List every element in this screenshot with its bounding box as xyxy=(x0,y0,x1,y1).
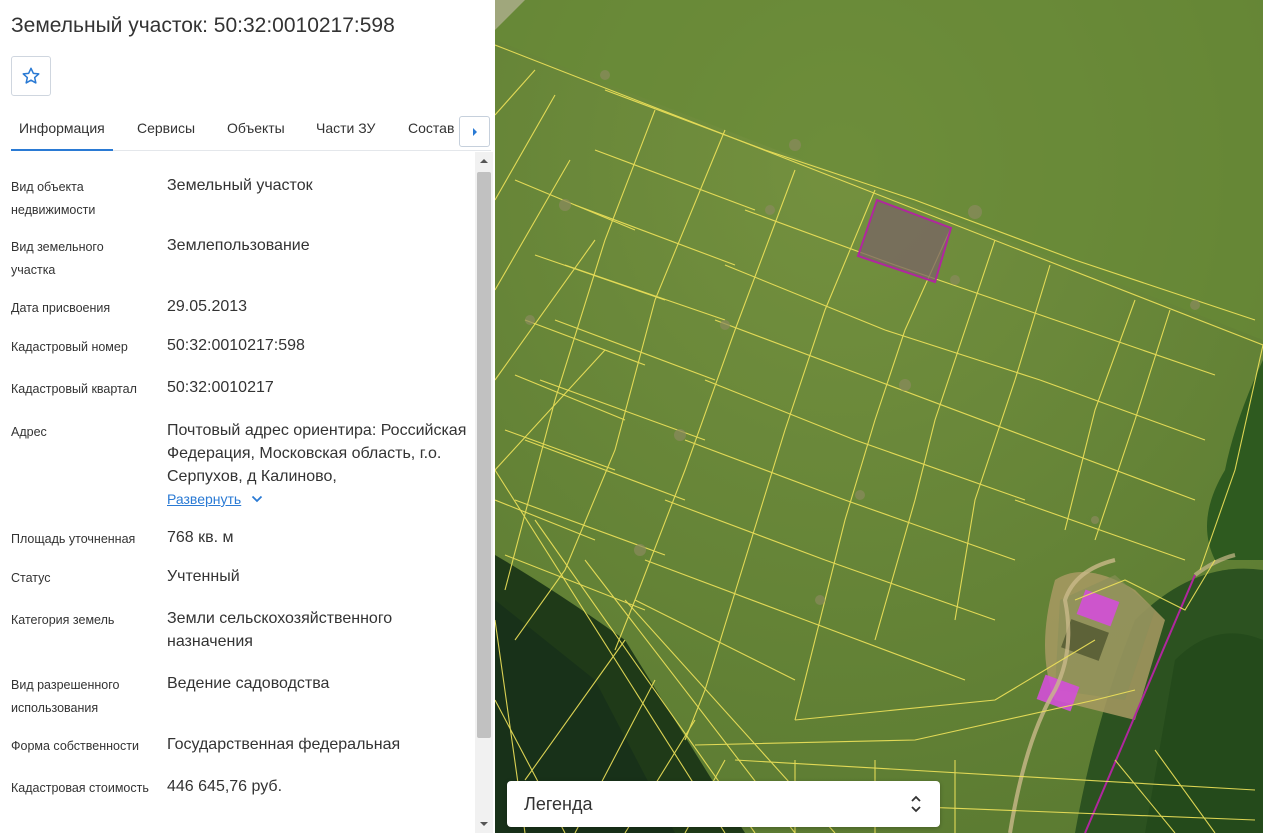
row-label: Вид объекта недвижимости xyxy=(11,180,96,217)
scrollbar[interactable] xyxy=(475,152,493,833)
row-value: 446 645,76 руб. xyxy=(167,778,283,795)
row-label: Площадь уточненная xyxy=(11,532,136,546)
info-panel: Земельный участок: 50:32:0010217:598 Инф… xyxy=(0,0,495,833)
scroll-down-arrow-icon[interactable] xyxy=(479,819,489,829)
row-value: Земельный участок xyxy=(167,177,313,194)
row-label: Форма собственности xyxy=(11,739,139,753)
row-value: 50:32:0010217 xyxy=(167,379,274,396)
expand-label: Развернуть xyxy=(167,491,242,507)
row-label: Статус xyxy=(11,571,51,585)
map-view[interactable]: Легенда xyxy=(495,0,1263,833)
scroll-up-arrow-icon[interactable] xyxy=(479,156,489,166)
row-label: Кадастровая стоимость xyxy=(11,781,149,795)
caret-right-icon xyxy=(472,127,477,136)
favorite-button[interactable] xyxy=(11,56,51,96)
row-value: Землепользование xyxy=(167,237,310,254)
legend-label: Легенда xyxy=(524,793,593,814)
page-title: Земельный участок: 50:32:0010217:598 xyxy=(11,14,395,37)
row-value: Государственная федеральная xyxy=(167,736,401,753)
row-label: Дата присвоения xyxy=(11,301,111,315)
tab-bar: Информация Сервисы Объекты Части ЗУ Сост… xyxy=(11,106,491,151)
row-value: 768 кв. м xyxy=(167,529,234,546)
legend-selector[interactable]: Легенда xyxy=(507,781,940,827)
expand-address-link[interactable]: Развернуть xyxy=(167,491,263,507)
row-value: Учтенный xyxy=(167,568,240,585)
tab-info[interactable]: Информация xyxy=(11,106,113,151)
row-value: 29.05.2013 xyxy=(167,298,248,315)
tab-composition[interactable]: Состав xyxy=(408,106,454,151)
row-value: Ведение садоводства xyxy=(167,675,330,692)
tab-objects[interactable]: Объекты xyxy=(227,106,285,151)
info-list: Вид объекта недвижимости Земельный участ… xyxy=(0,152,474,833)
satellite-map xyxy=(495,0,1263,833)
row-value: Земли сельскохозяйственного назначения xyxy=(167,610,393,650)
row-label: Вид земельного участка xyxy=(11,240,104,277)
chevron-down-icon xyxy=(252,495,263,503)
row-value: 50:32:0010217:598 xyxy=(167,337,305,354)
app: Земельный участок: 50:32:0010217:598 Инф… xyxy=(0,0,1263,833)
tab-parts[interactable]: Части ЗУ xyxy=(316,106,375,151)
row-label: Вид разрешенного использования xyxy=(11,678,120,715)
tab-services[interactable]: Сервисы xyxy=(137,106,195,151)
row-value: Почтовый адрес ориентира: Российская Фед… xyxy=(167,422,467,485)
row-label: Категория земель xyxy=(11,613,115,627)
star-icon xyxy=(22,67,40,84)
row-label: Кадастровый квартал xyxy=(11,382,137,396)
chevron-up-down-icon xyxy=(911,795,921,813)
tabs-scroll-right-button[interactable] xyxy=(459,116,490,147)
row-label: Адрес xyxy=(11,425,47,439)
scrollbar-thumb[interactable] xyxy=(477,172,491,738)
row-label: Кадастровый номер xyxy=(11,340,128,354)
